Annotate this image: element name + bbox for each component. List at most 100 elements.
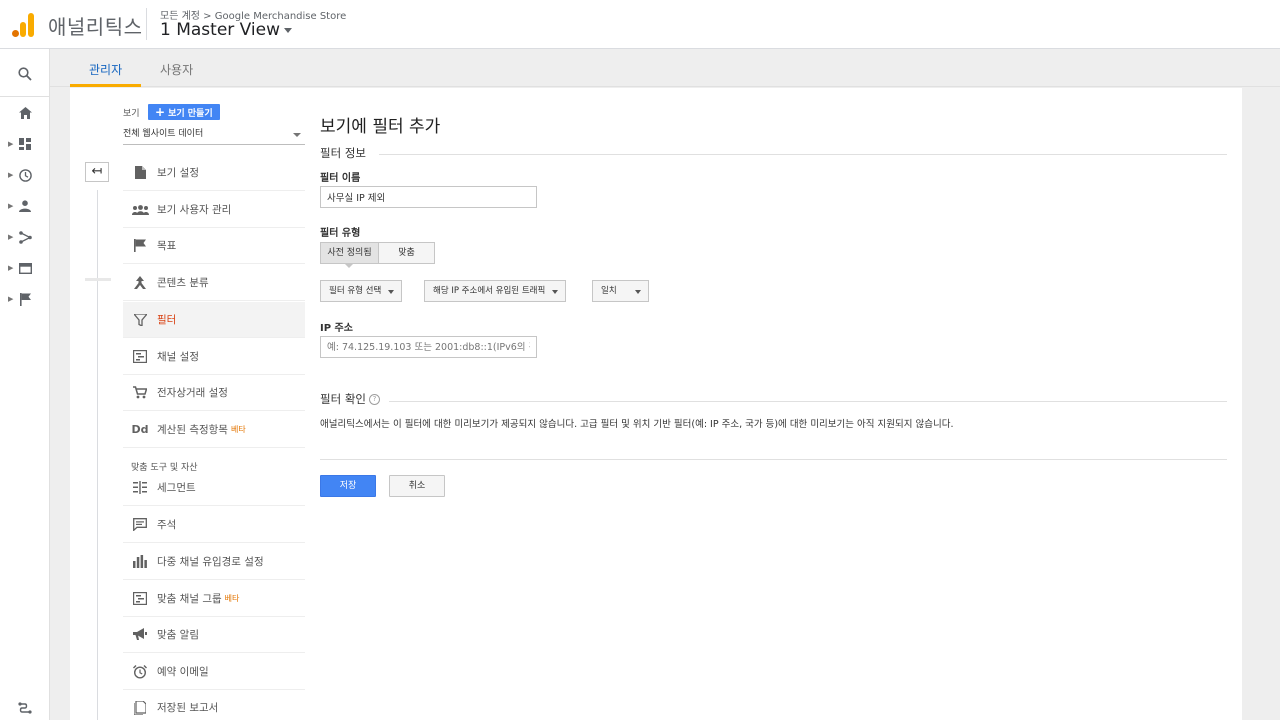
nav-item-label: 저장된 보고서	[157, 702, 219, 714]
expand-arrow-icon: ▶	[8, 140, 14, 148]
nav-item-calculated-metrics[interactable]: Dd 계산된 측정항목 베타	[123, 412, 305, 448]
expand-arrow-icon: ▶	[8, 295, 14, 303]
view-dropdown-value: 전체 웹사이트 데이터	[123, 129, 204, 139]
nav-item-custom-channel-grouping[interactable]: 맞춤 채널 그룹 베타	[123, 581, 305, 617]
nav-item-label: 보기 사용자 관리	[157, 204, 232, 216]
view-dropdown[interactable]: 전체 웹사이트 데이터	[123, 126, 305, 145]
channel-icon	[123, 350, 157, 363]
nav-item-filters[interactable]: 필터	[123, 302, 305, 338]
filter-name-input[interactable]	[320, 186, 537, 208]
beta-badge: 베타	[230, 425, 246, 434]
nav-item-ecommerce-settings[interactable]: 전자상거래 설정	[123, 375, 305, 411]
acquisition-icon	[18, 230, 32, 244]
nav-item-label: 계산된 측정항목	[157, 424, 228, 436]
filter-icon	[123, 313, 157, 326]
alarm-icon	[123, 664, 157, 679]
filter-type-label: 필터 유형	[320, 228, 361, 239]
dashboard-icon	[19, 138, 31, 150]
audience-nav[interactable]: ▶	[0, 194, 50, 218]
active-tab-indicator	[70, 84, 141, 87]
expand-arrow-icon: ▶	[8, 202, 14, 210]
nav-item-view-user-management[interactable]: 보기 사용자 관리	[123, 192, 305, 228]
realtime-nav[interactable]: ▶	[0, 163, 50, 187]
help-icon[interactable]: ?	[368, 394, 380, 405]
nav-item-content-grouping[interactable]: 콘텐츠 분류	[123, 265, 305, 301]
nav-item-view-settings[interactable]: 보기 설정	[123, 155, 305, 191]
segment-icon	[123, 481, 157, 494]
nav-item-label: 콘텐츠 분류	[157, 277, 209, 289]
caret-down-icon	[635, 290, 641, 294]
analytics-logo-icon[interactable]	[12, 13, 34, 37]
behavior-nav[interactable]: ▶	[0, 256, 50, 280]
expand-arrow-icon: ▶	[8, 264, 14, 272]
tab-user[interactable]: 사용자	[160, 61, 193, 78]
view-column-label: 보기	[123, 109, 140, 119]
match-type-dropdown-value: 일치	[601, 286, 617, 296]
page-title: 보기에 필터 추가	[320, 117, 441, 137]
comment-icon	[123, 518, 157, 531]
rail-divider	[0, 96, 50, 97]
create-view-button[interactable]: + 보기 만들기	[148, 104, 220, 120]
bar-chart-icon	[123, 555, 157, 568]
app-name[interactable]: 애널리틱스	[48, 11, 143, 40]
person-icon	[19, 200, 31, 212]
home-icon[interactable]	[0, 101, 50, 125]
customization-nav[interactable]: ▶	[0, 132, 50, 156]
match-type-dropdown[interactable]: 일치	[592, 280, 649, 302]
traffic-source-dropdown[interactable]: 해당 IP 주소에서 유입된 트래픽	[424, 280, 567, 302]
view-name: 1 Master View	[160, 20, 281, 40]
create-view-label: 보기 만들기	[168, 109, 213, 119]
caret-down-icon	[552, 290, 559, 294]
nav-item-label: 맞춤 알림	[157, 629, 199, 641]
dd-icon: Dd	[131, 423, 149, 436]
cancel-button[interactable]: 취소	[389, 475, 445, 497]
nav-item-custom-alerts[interactable]: 맞춤 알림	[123, 617, 305, 653]
back-arrow-icon: ↤	[91, 164, 103, 179]
tab-admin[interactable]: 관리자	[89, 61, 122, 78]
section-heading-filter-verify-text: 필터 확인	[320, 392, 366, 406]
saved-report-icon	[123, 700, 157, 715]
flag-icon	[19, 292, 31, 306]
discover-icon[interactable]	[0, 697, 50, 720]
beta-badge: 베타	[224, 594, 240, 603]
column-divider-line	[97, 190, 98, 720]
section-heading-filter-verify: 필터 확인?	[320, 391, 380, 407]
filter-type-custom-toggle[interactable]: 맞춤	[378, 242, 435, 264]
nav-item-annotations[interactable]: 주석	[123, 507, 305, 543]
left-rail: ▶ ▶ ▶ ▶ ▶ ▶	[0, 49, 50, 720]
nav-item-goals[interactable]: 목표	[123, 228, 305, 264]
collapse-column-button[interactable]: ↤	[85, 162, 109, 182]
selected-indicator	[344, 263, 354, 268]
filter-type-predefined-toggle[interactable]: 사전 정의됨	[320, 242, 379, 264]
channel-group-icon	[123, 592, 157, 605]
expand-arrow-icon: ▶	[8, 233, 14, 241]
megaphone-icon	[123, 628, 157, 641]
person-arrow-icon	[123, 276, 157, 289]
nav-item-label: 예약 이메일	[157, 666, 209, 678]
header-divider	[146, 8, 147, 40]
nav-item-multichannel-settings[interactable]: 다중 채널 유입경로 설정	[123, 544, 305, 580]
admin-tabs	[50, 49, 1280, 87]
expand-arrow-icon: ▶	[8, 171, 14, 179]
actions-divider	[320, 459, 1227, 460]
search-icon[interactable]	[0, 62, 50, 86]
section-heading-filter-info: 필터 정보	[320, 146, 366, 160]
nav-item-label: 채널 설정	[157, 351, 199, 363]
filter-type-dropdown[interactable]: 필터 유형 선택	[320, 280, 403, 302]
nav-item-saved-reports[interactable]: 저장된 보고서	[123, 690, 305, 720]
view-selector[interactable]: 1 Master View	[160, 20, 293, 40]
nav-item-scheduled-emails[interactable]: 예약 이메일	[123, 654, 305, 690]
verify-message: 애널리틱스에서는 이 필터에 대한 미리보기가 제공되지 않습니다. 고급 필터…	[320, 419, 954, 430]
caret-down-icon	[284, 27, 293, 33]
conversions-nav[interactable]: ▶	[0, 287, 50, 311]
ip-address-input[interactable]	[320, 336, 537, 358]
nav-item-segments[interactable]: 세그먼트	[123, 470, 305, 506]
save-button[interactable]: 저장	[320, 475, 376, 497]
nav-item-label: 주석	[157, 519, 177, 531]
nav-item-label: 목표	[157, 240, 177, 252]
clock-icon	[18, 168, 32, 182]
acquisition-nav[interactable]: ▶	[0, 225, 50, 249]
nav-item-label: 보기 설정	[157, 167, 199, 179]
nav-item-label: 필터	[157, 314, 177, 326]
nav-item-channel-settings[interactable]: 채널 설정	[123, 339, 305, 375]
